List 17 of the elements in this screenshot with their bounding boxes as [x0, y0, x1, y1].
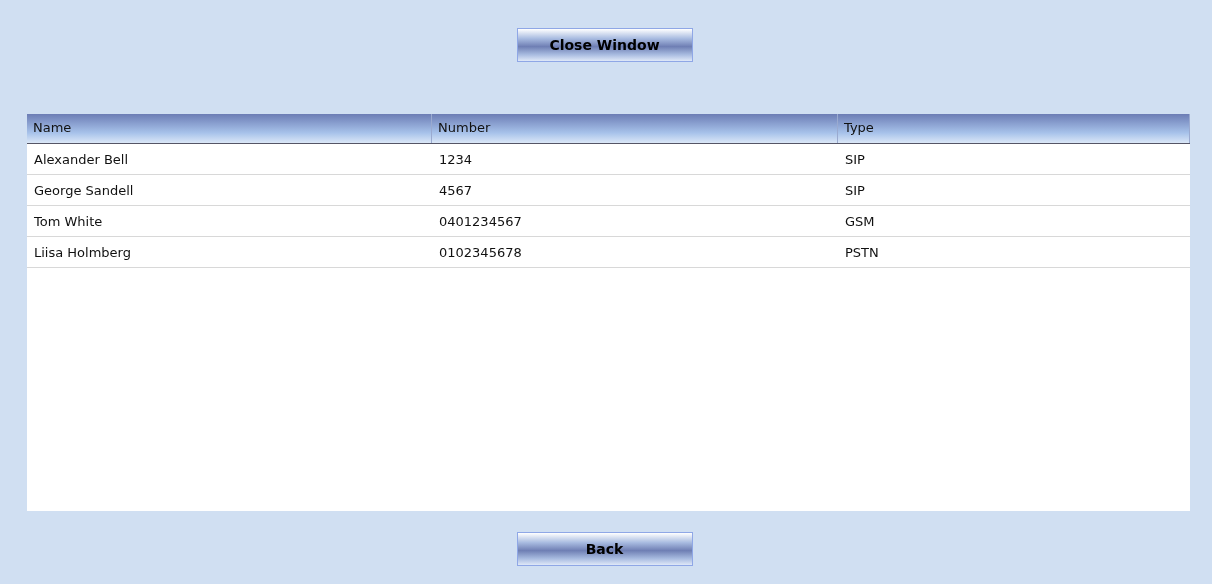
close-window-button[interactable]: Close Window	[516, 28, 693, 62]
table-cell: 0102345678	[439, 244, 522, 260]
table-cell: PSTN	[845, 244, 879, 260]
table-cell: 1234	[439, 151, 473, 167]
table-cell: GSM	[845, 213, 875, 229]
table-cell: SIP	[845, 182, 865, 198]
table-cell: 0401234567	[439, 213, 522, 229]
table-cell: SIP	[845, 151, 865, 167]
table-cell: Tom White	[34, 213, 103, 229]
table-cell: 4567	[439, 182, 473, 198]
table-cell: Liisa Holmberg	[34, 244, 131, 260]
column-header[interactable]: Type	[838, 114, 1190, 143]
back-button[interactable]: Back	[516, 532, 693, 566]
table-cell: Alexander Bell	[34, 151, 129, 167]
table-cell: George Sandell	[34, 182, 134, 198]
column-header[interactable]: Name	[27, 114, 432, 143]
column-header[interactable]: Number	[432, 114, 838, 143]
